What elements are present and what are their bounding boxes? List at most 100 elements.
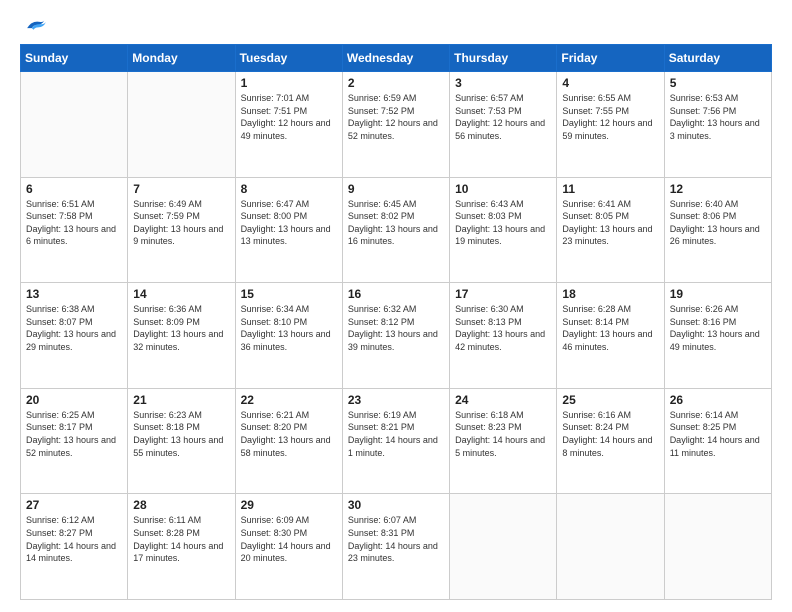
day-number: 13: [26, 287, 122, 301]
day-info: Sunrise: 6:11 AM Sunset: 8:28 PM Dayligh…: [133, 514, 229, 564]
day-info: Sunrise: 6:25 AM Sunset: 8:17 PM Dayligh…: [26, 409, 122, 459]
day-number: 28: [133, 498, 229, 512]
day-info: Sunrise: 6:26 AM Sunset: 8:16 PM Dayligh…: [670, 303, 766, 353]
day-number: 11: [562, 182, 658, 196]
col-header-tuesday: Tuesday: [235, 45, 342, 72]
day-number: 27: [26, 498, 122, 512]
day-number: 22: [241, 393, 337, 407]
calendar-cell: 21 Sunrise: 6:23 AM Sunset: 8:18 PM Dayli…: [128, 388, 235, 494]
day-number: 14: [133, 287, 229, 301]
day-info: Sunrise: 6:49 AM Sunset: 7:59 PM Dayligh…: [133, 198, 229, 248]
calendar-cell: 24 Sunrise: 6:18 AM Sunset: 8:23 PM Dayli…: [450, 388, 557, 494]
day-info: Sunrise: 6:53 AM Sunset: 7:56 PM Dayligh…: [670, 92, 766, 142]
day-info: Sunrise: 6:38 AM Sunset: 8:07 PM Dayligh…: [26, 303, 122, 353]
header: [20, 16, 772, 34]
day-info: Sunrise: 6:41 AM Sunset: 8:05 PM Dayligh…: [562, 198, 658, 248]
day-number: 10: [455, 182, 551, 196]
calendar-cell: 17 Sunrise: 6:30 AM Sunset: 8:13 PM Dayli…: [450, 283, 557, 389]
day-info: Sunrise: 6:45 AM Sunset: 8:02 PM Dayligh…: [348, 198, 444, 248]
day-info: Sunrise: 6:32 AM Sunset: 8:12 PM Dayligh…: [348, 303, 444, 353]
day-info: Sunrise: 7:01 AM Sunset: 7:51 PM Dayligh…: [241, 92, 337, 142]
day-info: Sunrise: 6:18 AM Sunset: 8:23 PM Dayligh…: [455, 409, 551, 459]
day-info: Sunrise: 6:07 AM Sunset: 8:31 PM Dayligh…: [348, 514, 444, 564]
calendar-week-row: 20 Sunrise: 6:25 AM Sunset: 8:17 PM Dayli…: [21, 388, 772, 494]
day-number: 15: [241, 287, 337, 301]
day-info: Sunrise: 6:30 AM Sunset: 8:13 PM Dayligh…: [455, 303, 551, 353]
day-info: Sunrise: 6:57 AM Sunset: 7:53 PM Dayligh…: [455, 92, 551, 142]
calendar-cell: 22 Sunrise: 6:21 AM Sunset: 8:20 PM Dayli…: [235, 388, 342, 494]
day-info: Sunrise: 6:16 AM Sunset: 8:24 PM Dayligh…: [562, 409, 658, 459]
calendar-cell: [450, 494, 557, 600]
day-number: 5: [670, 76, 766, 90]
calendar-cell: 7 Sunrise: 6:49 AM Sunset: 7:59 PM Daylig…: [128, 177, 235, 283]
calendar-table: SundayMondayTuesdayWednesdayThursdayFrid…: [20, 44, 772, 600]
calendar-cell: 18 Sunrise: 6:28 AM Sunset: 8:14 PM Dayli…: [557, 283, 664, 389]
calendar-cell: 12 Sunrise: 6:40 AM Sunset: 8:06 PM Dayli…: [664, 177, 771, 283]
calendar-cell: 25 Sunrise: 6:16 AM Sunset: 8:24 PM Dayli…: [557, 388, 664, 494]
page: SundayMondayTuesdayWednesdayThursdayFrid…: [0, 0, 792, 612]
calendar-cell: 11 Sunrise: 6:41 AM Sunset: 8:05 PM Dayli…: [557, 177, 664, 283]
day-number: 16: [348, 287, 444, 301]
calendar-cell: 16 Sunrise: 6:32 AM Sunset: 8:12 PM Dayli…: [342, 283, 449, 389]
day-number: 20: [26, 393, 122, 407]
day-info: Sunrise: 6:28 AM Sunset: 8:14 PM Dayligh…: [562, 303, 658, 353]
day-number: 8: [241, 182, 337, 196]
calendar-cell: 9 Sunrise: 6:45 AM Sunset: 8:02 PM Daylig…: [342, 177, 449, 283]
calendar-cell: 4Sunrise: 6:55 AM Sunset: 7:55 PM Daylig…: [557, 72, 664, 178]
day-number: 7: [133, 182, 229, 196]
calendar-cell: 30 Sunrise: 6:07 AM Sunset: 8:31 PM Dayli…: [342, 494, 449, 600]
day-info: Sunrise: 6:40 AM Sunset: 8:06 PM Dayligh…: [670, 198, 766, 248]
calendar-cell: 23Sunrise: 6:19 AM Sunset: 8:21 PM Dayli…: [342, 388, 449, 494]
day-number: 9: [348, 182, 444, 196]
col-header-monday: Monday: [128, 45, 235, 72]
day-info: Sunrise: 6:19 AM Sunset: 8:21 PM Dayligh…: [348, 409, 444, 459]
day-info: Sunrise: 6:43 AM Sunset: 8:03 PM Dayligh…: [455, 198, 551, 248]
calendar-cell: 14 Sunrise: 6:36 AM Sunset: 8:09 PM Dayli…: [128, 283, 235, 389]
day-info: Sunrise: 6:12 AM Sunset: 8:27 PM Dayligh…: [26, 514, 122, 564]
day-info: Sunrise: 6:55 AM Sunset: 7:55 PM Dayligh…: [562, 92, 658, 142]
calendar-cell: [557, 494, 664, 600]
calendar-cell: 5 Sunrise: 6:53 AM Sunset: 7:56 PM Daylig…: [664, 72, 771, 178]
calendar-cell: 3 Sunrise: 6:57 AM Sunset: 7:53 PM Daylig…: [450, 72, 557, 178]
calendar-cell: 8 Sunrise: 6:47 AM Sunset: 8:00 PM Daylig…: [235, 177, 342, 283]
calendar-cell: 6Sunrise: 6:51 AM Sunset: 7:58 PM Daylig…: [21, 177, 128, 283]
calendar-cell: [128, 72, 235, 178]
day-number: 1: [241, 76, 337, 90]
day-number: 18: [562, 287, 658, 301]
day-number: 19: [670, 287, 766, 301]
calendar-cell: 10 Sunrise: 6:43 AM Sunset: 8:03 PM Dayli…: [450, 177, 557, 283]
calendar-cell: 1 Sunrise: 7:01 AM Sunset: 7:51 PM Daylig…: [235, 72, 342, 178]
logo-bird-icon: [24, 16, 46, 34]
day-info: Sunrise: 6:23 AM Sunset: 8:18 PM Dayligh…: [133, 409, 229, 459]
calendar-cell: 27 Sunrise: 6:12 AM Sunset: 8:27 PM Dayli…: [21, 494, 128, 600]
day-info: Sunrise: 6:21 AM Sunset: 8:20 PM Dayligh…: [241, 409, 337, 459]
calendar-week-row: 27 Sunrise: 6:12 AM Sunset: 8:27 PM Dayli…: [21, 494, 772, 600]
day-number: 29: [241, 498, 337, 512]
calendar-header-row: SundayMondayTuesdayWednesdayThursdayFrid…: [21, 45, 772, 72]
day-number: 21: [133, 393, 229, 407]
day-number: 3: [455, 76, 551, 90]
calendar-cell: [21, 72, 128, 178]
day-number: 30: [348, 498, 444, 512]
calendar-week-row: 13 Sunrise: 6:38 AM Sunset: 8:07 PM Dayli…: [21, 283, 772, 389]
calendar-cell: 28 Sunrise: 6:11 AM Sunset: 8:28 PM Dayli…: [128, 494, 235, 600]
calendar-cell: 19 Sunrise: 6:26 AM Sunset: 8:16 PM Dayli…: [664, 283, 771, 389]
day-number: 26: [670, 393, 766, 407]
day-number: 12: [670, 182, 766, 196]
day-info: Sunrise: 6:47 AM Sunset: 8:00 PM Dayligh…: [241, 198, 337, 248]
day-info: Sunrise: 6:14 AM Sunset: 8:25 PM Dayligh…: [670, 409, 766, 459]
day-number: 17: [455, 287, 551, 301]
calendar-cell: 13 Sunrise: 6:38 AM Sunset: 8:07 PM Dayli…: [21, 283, 128, 389]
col-header-wednesday: Wednesday: [342, 45, 449, 72]
calendar-cell: [664, 494, 771, 600]
day-info: Sunrise: 6:36 AM Sunset: 8:09 PM Dayligh…: [133, 303, 229, 353]
day-number: 24: [455, 393, 551, 407]
day-number: 6: [26, 182, 122, 196]
calendar-week-row: 6Sunrise: 6:51 AM Sunset: 7:58 PM Daylig…: [21, 177, 772, 283]
col-header-thursday: Thursday: [450, 45, 557, 72]
col-header-sunday: Sunday: [21, 45, 128, 72]
col-header-friday: Friday: [557, 45, 664, 72]
day-info: Sunrise: 6:09 AM Sunset: 8:30 PM Dayligh…: [241, 514, 337, 564]
day-number: 25: [562, 393, 658, 407]
col-header-saturday: Saturday: [664, 45, 771, 72]
